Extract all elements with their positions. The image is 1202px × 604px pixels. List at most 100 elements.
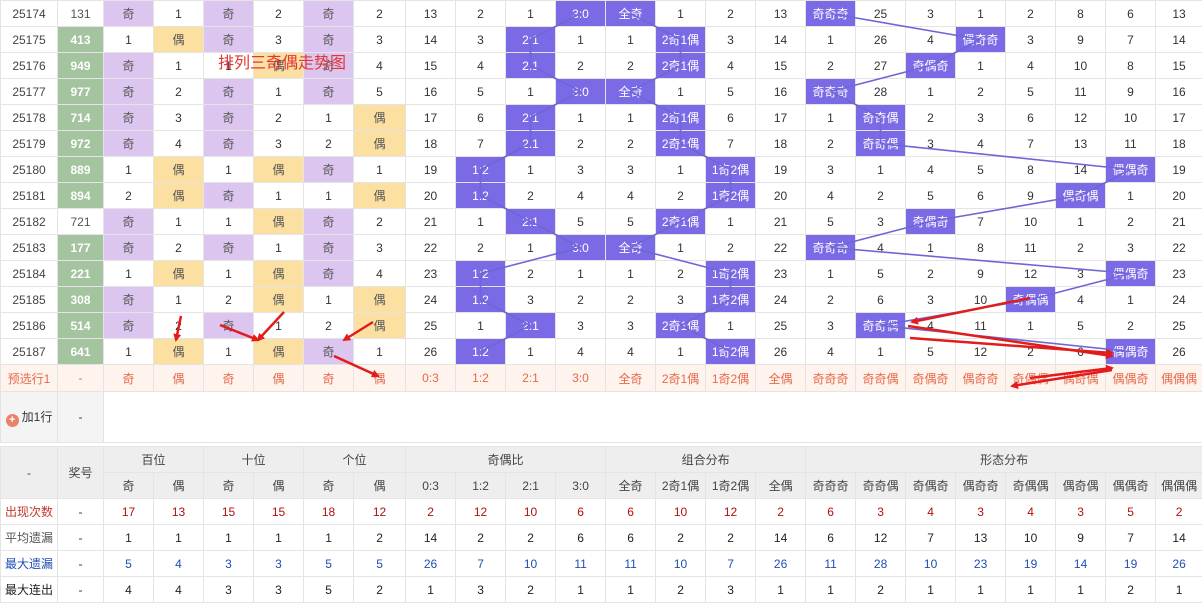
stats-value: 2 (855, 576, 907, 603)
header-sub: 1奇2偶 (705, 472, 757, 499)
predict-option[interactable]: 2奇1偶 (655, 364, 706, 392)
combo-cell: 4 (705, 52, 756, 79)
table-row: 25186 514 奇 2 奇 1 2 偶 25 1 2:1 3 3 2奇1偶 1 25 3 奇奇偶 4 11 1 5 2 2… (0, 312, 1202, 339)
predict-option[interactable]: 奇奇奇 (805, 364, 856, 392)
add-row-label: 加1行 (21, 409, 53, 424)
combo-cell: 2 (655, 260, 706, 287)
form-cell: 1 (905, 78, 956, 105)
draw-number: 177 (57, 234, 104, 261)
form-cell: 2 (1055, 234, 1106, 261)
ratio-cell: 2 (505, 260, 556, 287)
ratio-cell: 2:1 (505, 104, 556, 131)
combo-cell: 14 (755, 26, 806, 53)
combo-cell: 全奇 (605, 0, 656, 27)
stats-value: 4 (1005, 498, 1057, 525)
predict-option[interactable]: 偶奇奇 (955, 364, 1006, 392)
combo-cell: 26 (755, 338, 806, 365)
ratio-cell: 18 (405, 130, 456, 157)
predict-option[interactable]: 1奇2偶 (705, 364, 756, 392)
hundreds-even-cell: 偶 (153, 156, 204, 183)
predict-option[interactable]: 奇偶偶 (1005, 364, 1056, 392)
hundreds-even-cell: 1 (153, 0, 204, 27)
form-cell: 2 (1005, 0, 1056, 27)
form-cell: 奇偶偶 (1005, 286, 1056, 313)
units-odd-cell: 2 (303, 130, 354, 157)
combo-cell: 1 (655, 234, 706, 261)
predict-option[interactable]: 偶 (353, 364, 406, 392)
combo-cell: 3 (655, 286, 706, 313)
form-cell: 偶偶奇 (1105, 260, 1156, 287)
header-dash: - (0, 446, 58, 499)
predict-option[interactable]: 偶偶偶 (1155, 364, 1202, 392)
predict-option[interactable]: 3:0 (555, 364, 606, 392)
form-cell: 5 (905, 338, 956, 365)
hundreds-even-cell: 偶 (153, 338, 204, 365)
predict-row[interactable]: 预选行1- 奇偶奇偶奇偶 0:3 1:2 2:1 3:0 全奇 2奇1偶 1奇2偶 全偶 奇奇奇 奇奇… (0, 364, 1202, 392)
table-row: 25175 413 1 偶奇 3 奇 3 14 3 2:1 1 1 2奇1偶 3 14 1 26 4 偶奇奇 3 9 7 1… (0, 26, 1202, 53)
ratio-cell: 2 (505, 182, 556, 209)
predict-option[interactable]: 奇奇偶 (855, 364, 906, 392)
ratio-cell: 3:0 (555, 234, 606, 261)
add-row-input-area[interactable] (103, 391, 1202, 443)
table-row: 25177 977 奇 2 奇 1 奇 5 16 5 1 3:0 全奇 1 5 16 奇奇奇 28 1 2 5 11 9 16 (0, 78, 1202, 105)
header-sub: 全偶 (755, 472, 807, 499)
predict-option[interactable]: 2:1 (505, 364, 556, 392)
stats-value: 15 (253, 498, 305, 525)
stats-value: 1 (405, 576, 457, 603)
ratio-cell: 2:1 (505, 130, 556, 157)
stats-value: 10 (655, 498, 707, 525)
predict-option[interactable]: 奇 (103, 364, 154, 392)
form-cell: 25 (855, 0, 906, 27)
form-cell: 13 (1055, 130, 1106, 157)
combo-cell: 1奇2偶 (705, 338, 756, 365)
stats-value: 1 (1055, 576, 1107, 603)
predict-option[interactable]: 全奇 (605, 364, 656, 392)
stats-value: 5 (1105, 498, 1157, 525)
predict-option[interactable]: 偶 (153, 364, 204, 392)
hundreds-odd-cell: 2 (103, 182, 154, 209)
form-cell: 6 (1005, 104, 1056, 131)
combo-cell: 全奇 (605, 234, 656, 261)
stats-value: 2 (353, 576, 407, 603)
hundreds-odd-cell: 奇 (103, 208, 154, 235)
stats-value: 3 (253, 576, 305, 603)
stats-value: 5 (303, 550, 355, 577)
form-cell: 6 (1105, 0, 1156, 27)
stats-value: 5 (353, 550, 407, 577)
combo-cell: 19 (755, 156, 806, 183)
combo-cell: 2奇1偶 (655, 52, 706, 79)
predict-option[interactable]: 偶偶奇 (1105, 364, 1156, 392)
tens-odd-cell: 奇 (203, 78, 254, 105)
predict-option[interactable]: 偶奇偶 (1055, 364, 1106, 392)
form-cell: 11 (1005, 234, 1056, 261)
combo-cell: 1 (655, 338, 706, 365)
add-row-button[interactable]: + 加1行 (0, 391, 58, 443)
predict-option[interactable]: 全偶 (755, 364, 806, 392)
period-cell: 25176 (0, 52, 58, 79)
combo-cell: 1奇2偶 (705, 286, 756, 313)
predict-option[interactable]: 1:2 (455, 364, 506, 392)
predict-option[interactable]: 奇偶奇 (905, 364, 956, 392)
predict-option[interactable]: 奇 (203, 364, 254, 392)
units-odd-cell: 奇 (303, 156, 354, 183)
form-cell: 奇奇偶 (855, 104, 906, 131)
stats-value: 23 (955, 550, 1007, 577)
form-cell: 6 (855, 286, 906, 313)
hundreds-odd-cell: 1 (103, 156, 154, 183)
hundreds-even-cell: 2 (153, 312, 204, 339)
form-cell: 1 (805, 260, 856, 287)
predict-option[interactable]: 0:3 (405, 364, 456, 392)
units-even-cell: 2 (353, 208, 406, 235)
ratio-cell: 2 (455, 0, 506, 27)
predict-option[interactable]: 偶 (253, 364, 304, 392)
predict-option[interactable]: 奇 (303, 364, 354, 392)
combo-cell: 3 (605, 156, 656, 183)
header-sub: 偶 (253, 472, 305, 499)
stats-value: 12 (353, 498, 407, 525)
form-cell: 4 (805, 182, 856, 209)
header-sub: 偶奇偶 (1055, 472, 1107, 499)
form-cell: 5 (855, 260, 906, 287)
header-group: 奇偶比 (405, 446, 607, 473)
header-sub: 0:3 (405, 472, 457, 499)
stats-value: 7 (905, 524, 957, 551)
